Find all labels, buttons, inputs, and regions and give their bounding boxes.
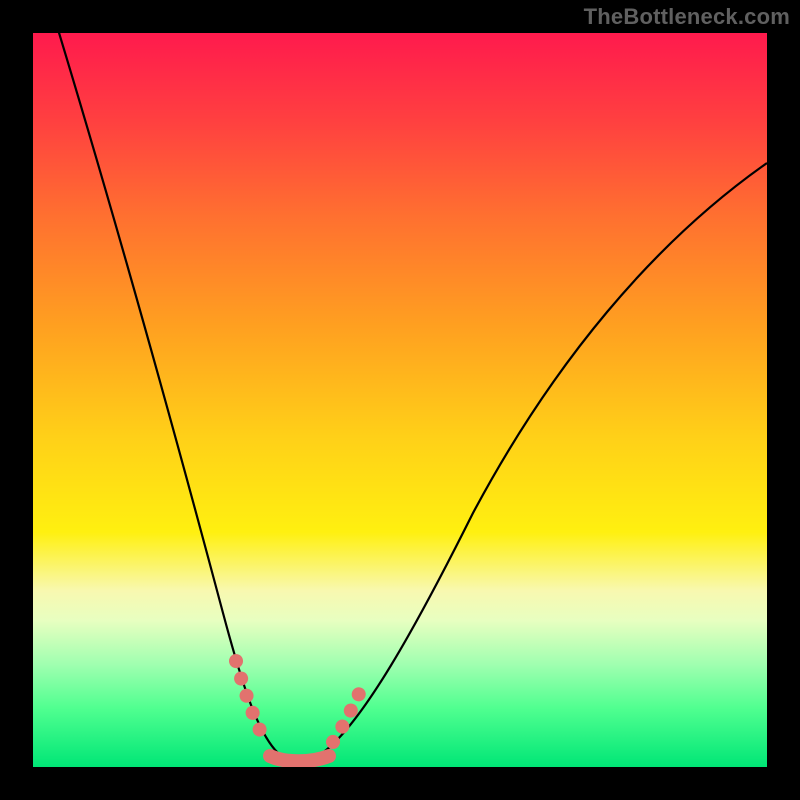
curve-highlight-left <box>236 661 266 742</box>
bottleneck-curve <box>33 33 767 767</box>
watermark-text: TheBottleneck.com <box>584 4 790 30</box>
curve-path <box>53 33 767 762</box>
curve-highlight-bottom <box>270 756 329 761</box>
chart-gradient-area <box>33 33 767 767</box>
